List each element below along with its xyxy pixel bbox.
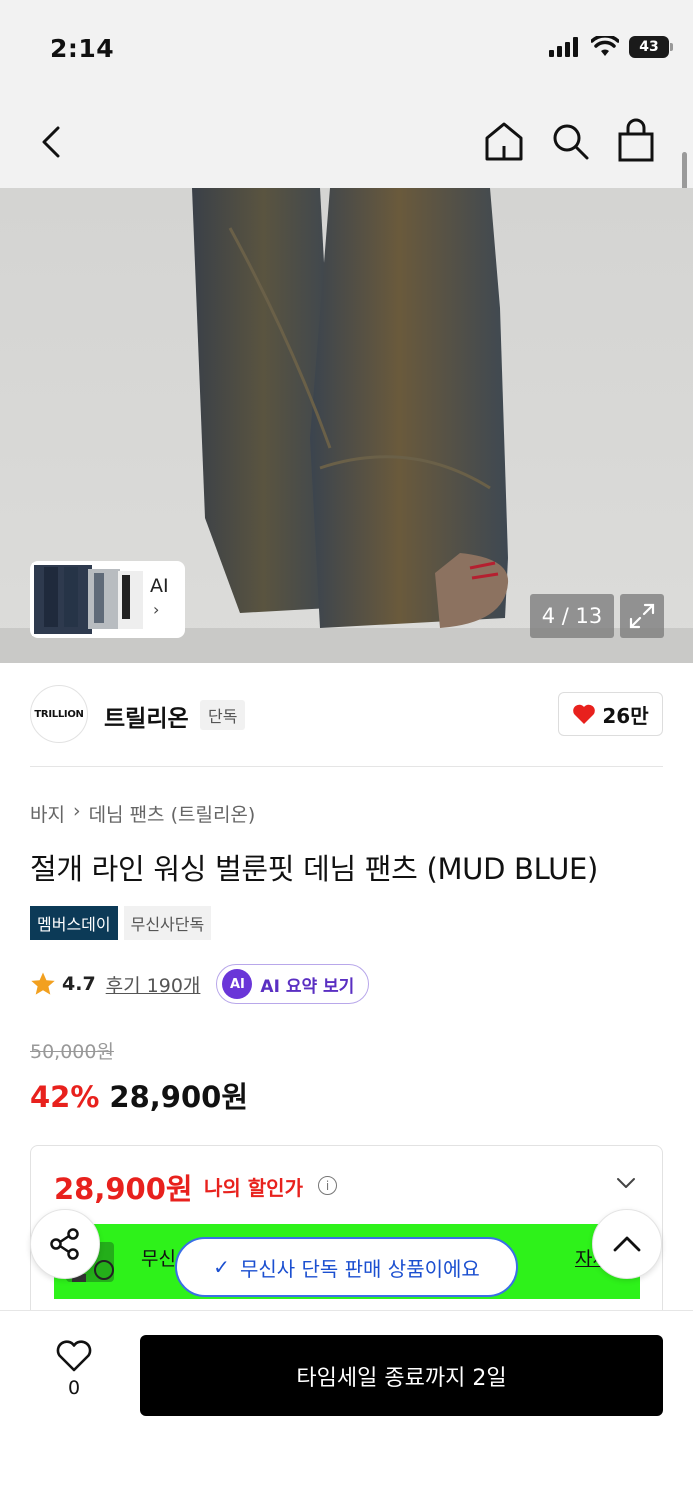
ai-summary-label: AI 요약 보기 (260, 976, 355, 997)
promo-banner-text: 무신 (141, 1248, 176, 1270)
my-price-box[interactable]: 28,900원 나의 할인가 i 무신 자세 (30, 1145, 663, 1325)
rating-row: 4.7 후기 190개 AI AI 요약 보기 (30, 964, 370, 1004)
tag-musinsa-exclusive: 무신사단독 (123, 906, 212, 940)
search-button[interactable] (550, 120, 590, 162)
image-counter: 4 / 13 (530, 594, 614, 638)
breadcrumb: 바지 › 데님 팬츠 (트릴리온) (30, 800, 255, 827)
ai-thumbnail-label: AI (150, 575, 169, 597)
brand-row: TRILLION 트릴리온 단독 26만 (30, 685, 663, 745)
chevron-up-icon (613, 1236, 641, 1252)
exclusive-badge: 단독 (200, 700, 246, 730)
sale-price: 28,900원 (109, 1080, 249, 1114)
breadcrumb-separator-icon: › (72, 800, 81, 822)
tag-members-day: 멤버스데이 (30, 906, 118, 940)
breadcrumb-item-pants[interactable]: 바지 (30, 800, 65, 827)
thumbnail-images (32, 563, 143, 636)
brand-logo[interactable]: TRILLION (30, 685, 88, 743)
chevron-down-icon[interactable] (616, 1176, 636, 1190)
ai-icon: AI (222, 969, 253, 999)
discount-rate: 42% (30, 1080, 100, 1114)
status-icons: 43 (549, 36, 673, 58)
heart-outline-icon (56, 1340, 92, 1372)
my-price: 28,900원 (54, 1172, 193, 1206)
shopping-bag-button[interactable] (616, 118, 656, 162)
exclusive-toast: ✓ 무신사 단독 판매 상품이에요 (175, 1237, 518, 1297)
brand-like-count: 26만 (602, 703, 649, 728)
product-tags: 멤버스데이 무신사단독 (30, 906, 212, 940)
brand-like-button[interactable]: 26만 (558, 692, 663, 736)
ai-thumbnail-strip[interactable] (30, 561, 185, 638)
wishlist-count: 0 (67, 1377, 81, 1399)
brand-name[interactable]: 트릴리온 (104, 699, 189, 733)
cellular-signal-icon (549, 37, 578, 57)
check-icon: ✓ (213, 1255, 230, 1279)
product-title: 절개 라인 워싱 벌룬핏 데님 팬츠 (MUD BLUE) (30, 852, 599, 886)
share-icon (50, 1228, 79, 1260)
price-row: 42% 28,900원 (30, 1074, 248, 1116)
home-button[interactable] (484, 120, 524, 162)
star-icon (31, 972, 55, 995)
wifi-icon (591, 36, 619, 56)
back-button[interactable] (36, 122, 72, 162)
info-icon[interactable]: i (318, 1176, 337, 1195)
my-price-label: 나의 할인가 (204, 1176, 303, 1200)
toast-text: 무신사 단독 판매 상품이에요 (239, 1256, 480, 1281)
share-button[interactable] (30, 1209, 100, 1279)
breadcrumb-item-denim[interactable]: 데님 팬츠 (트릴리온) (89, 800, 256, 827)
expand-button[interactable] (620, 594, 664, 638)
status-time: 2:14 (50, 34, 115, 63)
ai-summary-button[interactable]: AI AI 요약 보기 (216, 964, 370, 1004)
bottom-action-bar: 0 타임세일 종료까지 2일 (0, 1310, 693, 1500)
chevron-right-icon: › (153, 600, 160, 619)
expand-icon (629, 603, 655, 629)
review-link[interactable]: 후기 190개 (106, 971, 201, 998)
status-bar: 2:14 43 (0, 0, 693, 100)
wishlist-button[interactable]: 0 (53, 1339, 95, 1419)
buy-button[interactable]: 타임세일 종료까지 2일 (140, 1335, 663, 1416)
rating-value: 4.7 (62, 973, 96, 995)
top-nav-bar (0, 100, 693, 188)
divider (30, 766, 663, 767)
battery-icon: 43 (629, 36, 673, 58)
original-price: 50,000원 (30, 1041, 114, 1063)
heart-filled-icon (573, 704, 596, 724)
scroll-top-button[interactable] (592, 1209, 662, 1279)
